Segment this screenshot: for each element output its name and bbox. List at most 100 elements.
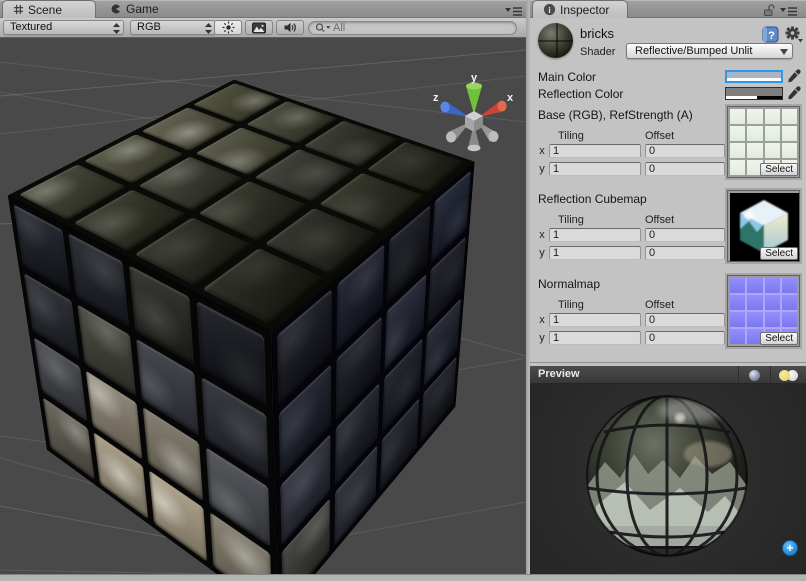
orientation-gizmo[interactable]: y x z xyxy=(428,70,520,158)
gizmo-y-cone[interactable] xyxy=(466,86,482,114)
x-axis-label: x xyxy=(538,145,546,157)
search-input[interactable] xyxy=(333,22,510,34)
main-color-swatch[interactable] xyxy=(725,70,783,83)
gizmo-z-base xyxy=(440,102,449,113)
sphere-icon xyxy=(749,370,760,381)
reflection-color-label: Reflection Color xyxy=(538,87,623,101)
normalmap-tiling-x-input[interactable] xyxy=(549,313,641,327)
material-preview-ball xyxy=(538,23,573,58)
gizmo-x-base xyxy=(497,101,506,112)
preview-sphere xyxy=(530,384,806,574)
section-title: Reflection Cubemap xyxy=(538,192,647,206)
base-tiling-x-input[interactable] xyxy=(549,144,641,158)
tab-scene[interactable]: Scene xyxy=(2,0,96,18)
window-statusbar xyxy=(0,574,806,581)
shader-value: Reflective/Bumped Unlit xyxy=(635,45,752,57)
cubemap-offset-x-input[interactable] xyxy=(645,228,725,242)
scene-panel-menu-icon[interactable] xyxy=(505,4,525,15)
search-icon xyxy=(315,22,331,34)
tiling-label: Tiling xyxy=(558,214,584,226)
preview-title: Preview xyxy=(538,368,580,380)
preview-shape-button[interactable] xyxy=(738,366,770,384)
tab-game[interactable]: Game xyxy=(100,0,182,18)
section-title: Base (RGB), RefStrength (A) xyxy=(538,108,693,122)
chevron-down-icon xyxy=(780,49,788,55)
updown-arrows-icon xyxy=(113,23,120,38)
section-base-texture: Base (RGB), RefStrength (A) Select Tilin… xyxy=(530,105,806,189)
render-mode-value: RGB xyxy=(137,21,161,33)
offset-label: Offset xyxy=(645,130,674,142)
skybox-toggle-button[interactable] xyxy=(245,20,273,35)
inspector-tabbar: i Inspector xyxy=(530,0,806,18)
updown-arrows-icon xyxy=(205,23,212,38)
x-axis-label: x xyxy=(538,229,546,241)
cubemap-tiling-y-input[interactable] xyxy=(549,246,641,260)
gizmo-z-label: z xyxy=(433,92,439,104)
speaker-icon xyxy=(283,21,297,34)
shader-label: Shader xyxy=(580,46,615,58)
tab-game-label: Game xyxy=(126,2,159,16)
tiling-label: Tiling xyxy=(558,299,584,311)
tab-scene-label: Scene xyxy=(28,3,62,17)
render-mode-dropdown[interactable]: RGB xyxy=(130,20,216,35)
tab-inspector-label: Inspector xyxy=(560,3,609,17)
scene-viewport[interactable]: y x z xyxy=(0,38,526,574)
base-tiling-y-input[interactable] xyxy=(549,162,641,176)
scene-search-field xyxy=(308,21,517,35)
game-icon xyxy=(110,3,122,15)
section-title: Normalmap xyxy=(538,277,600,291)
preview-viewport[interactable]: + xyxy=(530,384,806,574)
x-axis-label: x xyxy=(538,314,546,326)
gizmo-neg-z-base xyxy=(446,132,456,143)
reflection-color-eyedropper-icon[interactable] xyxy=(787,86,801,100)
normalmap-offset-y-input[interactable] xyxy=(645,331,725,345)
info-icon: i xyxy=(543,3,556,16)
offset-label: Offset xyxy=(645,299,674,311)
reflection-color-swatch[interactable] xyxy=(725,87,783,100)
add-button[interactable]: + xyxy=(782,540,798,556)
gizmo-y-label: y xyxy=(471,72,478,84)
sun-icon xyxy=(222,21,235,34)
scene-panel: Scene Game Textured xyxy=(0,0,526,574)
y-axis-label: y xyxy=(538,247,546,259)
skybox-icon xyxy=(252,22,266,34)
normalmap-offset-x-input[interactable] xyxy=(645,313,725,327)
scene-grid-icon xyxy=(13,4,24,15)
lighting-toggle-button[interactable] xyxy=(214,20,242,35)
base-offset-x-input[interactable] xyxy=(645,144,725,158)
normalmap-tiling-y-input[interactable] xyxy=(549,331,641,345)
draw-mode-value: Textured xyxy=(10,21,52,33)
y-axis-label: y xyxy=(538,332,546,344)
preview-header[interactable]: Preview xyxy=(530,366,806,384)
audio-toggle-button[interactable] xyxy=(276,20,304,35)
preview-divider xyxy=(530,362,806,363)
y-axis-label: y xyxy=(538,163,546,175)
scene-toolbar: Textured RGB xyxy=(0,18,526,38)
preview-lighting-button[interactable] xyxy=(770,366,806,384)
shader-dropdown[interactable]: Reflective/Bumped Unlit xyxy=(626,43,793,59)
material-name: bricks xyxy=(580,26,614,41)
main-color-label: Main Color xyxy=(538,70,596,84)
cubemap-tiling-x-input[interactable] xyxy=(549,228,641,242)
base-offset-y-input[interactable] xyxy=(645,162,725,176)
inspector-panel: i Inspector bricks xyxy=(530,0,806,574)
tab-inspector[interactable]: i Inspector xyxy=(532,0,628,18)
gizmo-neg-y-base xyxy=(468,145,481,151)
inspector-panel-menu-icon[interactable] xyxy=(780,4,800,15)
lock-icon[interactable] xyxy=(763,3,777,17)
cube-tile xyxy=(24,273,79,360)
draw-mode-dropdown[interactable]: Textured xyxy=(3,20,124,35)
lighting-icon xyxy=(779,370,799,381)
gizmo-x-label: x xyxy=(507,92,514,104)
main-color-eyedropper-icon[interactable] xyxy=(787,69,801,83)
svg-text:?: ? xyxy=(768,30,775,42)
scene-tabbar: Scene Game xyxy=(0,0,526,18)
section-normalmap: Normalmap Select Tiling Offset x y xyxy=(530,274,806,358)
tiling-label: Tiling xyxy=(558,130,584,142)
gizmo-center-cube[interactable] xyxy=(465,111,483,132)
offset-label: Offset xyxy=(645,214,674,226)
svg-text:i: i xyxy=(548,5,550,15)
scene-cube-object[interactable] xyxy=(125,117,344,526)
cubemap-offset-y-input[interactable] xyxy=(645,246,725,260)
gizmo-neg-x-base xyxy=(489,131,499,142)
